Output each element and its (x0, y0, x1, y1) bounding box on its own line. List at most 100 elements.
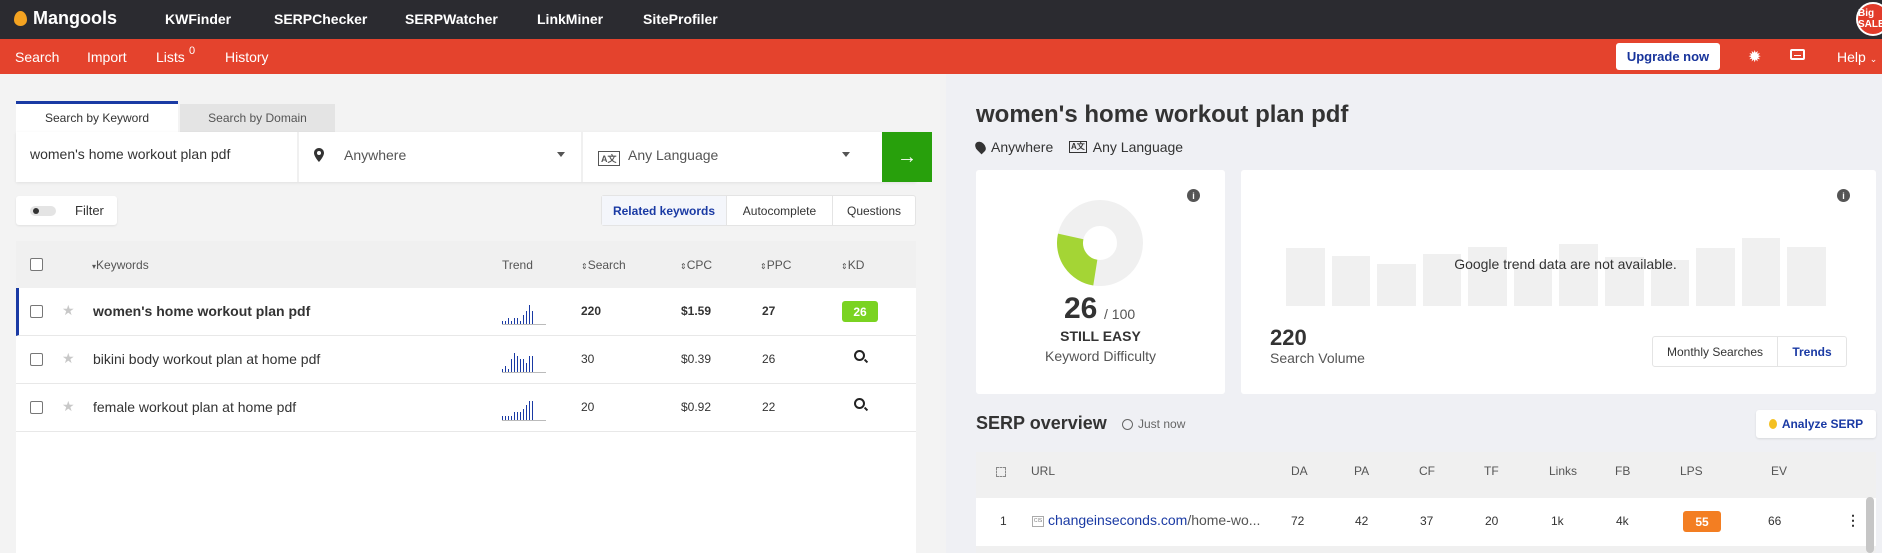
search-volume-value: 220 (1270, 325, 1307, 350)
user-avatar[interactable]: Big SALE (1856, 2, 1882, 36)
star-icon[interactable]: ★ (62, 302, 75, 319)
trend-bar (529, 305, 530, 324)
trend-bar (505, 320, 506, 324)
column-lps[interactable]: LPS (1680, 464, 1703, 478)
keyword-difficulty-card: i 26 / 100 STILL EASY Keyword Difficulty (976, 170, 1225, 394)
trend-bar (523, 314, 524, 324)
language-select[interactable]: Any Language (628, 147, 718, 163)
table-row[interactable]: ★ women's home workout plan pdf 220 $1.5… (16, 288, 916, 336)
tab-autocomplete[interactable]: Autocomplete (727, 196, 833, 225)
cpc-value: $0.92 (681, 400, 712, 414)
column-url: URL (1031, 464, 1056, 478)
serp-rank: 1 (1000, 514, 1007, 528)
nav-siteprofiler[interactable]: SiteProfiler (643, 11, 718, 27)
help-menu[interactable]: Help ⌄ (1837, 49, 1877, 65)
toggle-switch[interactable] (30, 206, 56, 216)
tab-trends[interactable]: Trends (1777, 337, 1846, 366)
keyboard-icon[interactable] (1790, 49, 1805, 60)
table-row[interactable]: ★ bikini body workout plan at home pdf 3… (16, 336, 916, 384)
tab-search-by-keyword[interactable]: Search by Keyword (16, 101, 178, 132)
subnav-lists[interactable]: Lists (156, 49, 185, 65)
column-fb[interactable]: FB (1615, 464, 1630, 478)
upgrade-button[interactable]: Upgrade now (1616, 43, 1720, 70)
serp-row[interactable]: 1 CIS changeinseconds.com/home-wo... 72 … (976, 498, 1876, 546)
column-kd[interactable]: ⇕KD (841, 258, 864, 272)
search-form: Anywhere A文 Any Language → (16, 132, 932, 182)
keyword-input[interactable] (30, 146, 290, 162)
location-pin-icon (314, 148, 324, 162)
nav-kwfinder[interactable]: KWFinder (165, 11, 231, 27)
subnav-history[interactable]: History (225, 49, 269, 65)
nav-linkminer[interactable]: LinkMiner (537, 11, 603, 27)
row-checkbox[interactable] (30, 305, 43, 318)
serp-table: URL DA PA CF TF Links FB LPS EV 1 CIS ch… (976, 452, 1876, 553)
tab-search-by-domain[interactable]: Search by Domain (180, 104, 335, 132)
tab-related-keywords[interactable]: Related keywords (602, 196, 727, 225)
filter-toggle[interactable]: Filter (16, 196, 117, 225)
column-ev[interactable]: EV (1771, 464, 1787, 478)
column-keywords[interactable]: ▾Keywords (92, 258, 149, 272)
trend-bar (523, 359, 524, 372)
trend-bar (502, 416, 503, 420)
search-volume: 30 (581, 352, 595, 366)
tab-questions[interactable]: Questions (833, 196, 915, 225)
search-volume-label: Search Volume (1270, 350, 1365, 366)
tab-monthly-searches[interactable]: Monthly Searches (1653, 337, 1777, 366)
caret-down-icon[interactable] (557, 152, 565, 157)
trend-bar (508, 416, 509, 420)
search-submit-button[interactable]: → (882, 132, 932, 182)
column-search[interactable]: ⇕Search (581, 258, 626, 272)
analyze-serp-label: Analyze SERP (1781, 417, 1864, 431)
nav-serpwatcher[interactable]: SERPWatcher (405, 11, 498, 27)
expand-icon[interactable] (996, 467, 1006, 477)
mangools-logo[interactable]: Mangools (14, 8, 117, 29)
trend-bar (526, 362, 527, 372)
keyword-text[interactable]: female workout plan at home pdf (93, 399, 296, 415)
detail-language: A文 Any Language (1069, 139, 1183, 155)
trend-bar (514, 353, 515, 372)
column-da[interactable]: DA (1291, 464, 1308, 478)
keyword-text[interactable]: bikini body workout plan at home pdf (93, 351, 320, 367)
analyze-serp-button[interactable]: Analyze SERP (1756, 410, 1876, 438)
keyword-source-tabs: Related keywords Autocomplete Questions (601, 195, 916, 226)
kd-label: Keyword Difficulty (1044, 348, 1156, 364)
trend-bar (532, 311, 533, 324)
settings-icon[interactable]: ✹ (1748, 47, 1761, 67)
language-icon: A文 (598, 151, 620, 166)
table-row[interactable]: ★ female workout plan at home pdf 20 $0.… (16, 384, 916, 432)
table-header: ▾Keywords Trend ⇕Search ⇕CPC ⇕PPC ⇕KD (16, 241, 916, 288)
trend-bar (508, 317, 509, 324)
row-checkbox[interactable] (30, 401, 43, 414)
clock-icon (1122, 418, 1133, 430)
star-icon[interactable]: ★ (62, 350, 75, 367)
search-icon[interactable] (854, 398, 865, 409)
keyword-text[interactable]: women's home workout plan pdf (93, 303, 310, 319)
column-ppc[interactable]: ⇕PPC (760, 258, 791, 272)
row-checkbox[interactable] (30, 353, 43, 366)
trend-bar (511, 320, 512, 324)
info-icon[interactable]: i (1837, 189, 1850, 202)
column-cf[interactable]: CF (1419, 464, 1435, 478)
star-icon[interactable]: ★ (62, 398, 75, 415)
serp-scrollbar[interactable] (1866, 497, 1874, 553)
serp-url-link[interactable]: changeinseconds.com/home-wo... (1048, 512, 1260, 528)
column-cpc[interactable]: ⇕CPC (680, 258, 712, 272)
column-pa[interactable]: PA (1354, 464, 1369, 478)
info-icon[interactable]: i (1187, 189, 1200, 202)
search-volume: 220 (581, 304, 602, 318)
subnav-search[interactable]: Search (15, 49, 59, 65)
select-all-checkbox[interactable] (30, 258, 43, 271)
nav-serpchecker[interactable]: SERPChecker (274, 11, 367, 27)
location-select[interactable]: Anywhere (344, 147, 406, 163)
subnav-import[interactable]: Import (87, 49, 127, 65)
ppc-value: 22 (762, 400, 776, 414)
volume-view-tabs: Monthly Searches Trends (1652, 336, 1847, 367)
caret-down-icon[interactable] (842, 152, 850, 157)
serp-time-text: Just now (1138, 417, 1186, 431)
kebab-menu-icon[interactable]: ⋮ (1846, 512, 1860, 529)
column-links[interactable]: Links (1549, 464, 1577, 478)
column-tf[interactable]: TF (1484, 464, 1499, 478)
sub-navigation-bar: Search Import Lists 0 History (0, 39, 1882, 74)
lists-count-badge: 0 (189, 45, 196, 57)
search-icon[interactable] (854, 350, 865, 361)
